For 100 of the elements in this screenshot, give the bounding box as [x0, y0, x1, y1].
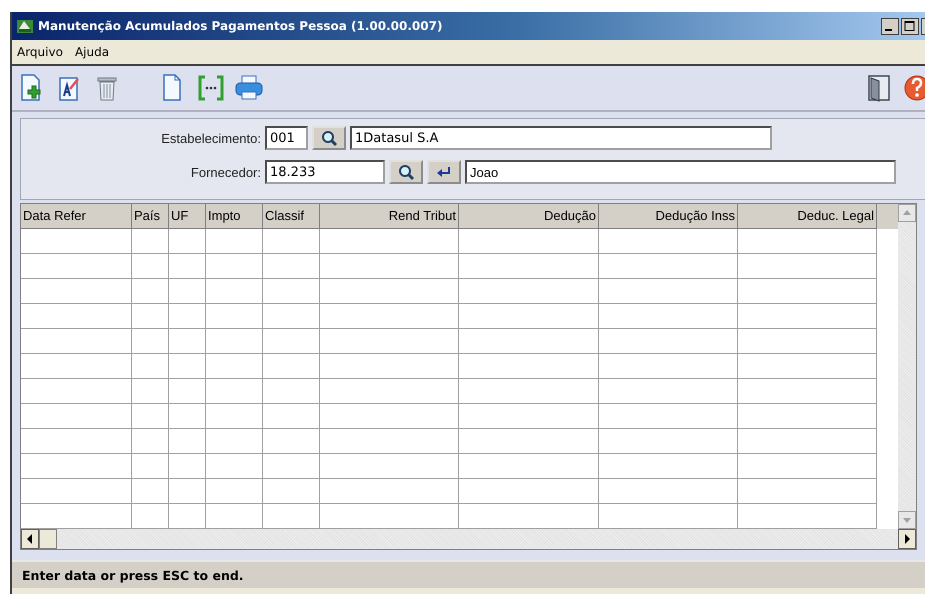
maximize-icon[interactable]	[901, 18, 919, 34]
menu-item[interactable]: Arquivo	[17, 44, 63, 60]
table-cell[interactable]	[459, 304, 599, 329]
table-cell[interactable]	[132, 279, 169, 304]
table-cell[interactable]	[132, 379, 169, 404]
table-cell[interactable]	[169, 279, 206, 304]
horizontal-scrollbar[interactable]	[21, 529, 916, 549]
table-cell[interactable]	[599, 404, 738, 429]
table-cell[interactable]	[320, 379, 459, 404]
table-cell[interactable]	[263, 379, 320, 404]
table-cell[interactable]	[320, 454, 459, 479]
table-cell[interactable]	[21, 229, 132, 254]
table-cell[interactable]	[132, 429, 169, 454]
table-cell[interactable]	[738, 479, 877, 504]
table-cell[interactable]	[738, 329, 877, 354]
column-header[interactable]: Rend Tribut	[320, 204, 459, 229]
table-cell[interactable]	[738, 429, 877, 454]
table-cell[interactable]	[169, 329, 206, 354]
table-cell[interactable]	[459, 254, 599, 279]
table-cell[interactable]	[320, 479, 459, 504]
description-field[interactable]: Joao	[465, 160, 896, 184]
column-header[interactable]: Data Refer	[21, 204, 132, 229]
table-cell[interactable]	[132, 354, 169, 379]
table-cell[interactable]	[738, 404, 877, 429]
code-field[interactable]: 001	[265, 126, 308, 150]
table-cell[interactable]	[738, 229, 877, 254]
table-cell[interactable]	[132, 229, 169, 254]
help-icon[interactable]	[903, 73, 925, 103]
enter-button[interactable]	[427, 160, 461, 184]
table-cell[interactable]	[320, 304, 459, 329]
table-cell[interactable]	[263, 304, 320, 329]
table-cell[interactable]	[21, 379, 132, 404]
table-cell[interactable]	[599, 479, 738, 504]
table-cell[interactable]	[459, 479, 599, 504]
table-cell[interactable]	[132, 404, 169, 429]
column-header[interactable]: UF	[169, 204, 206, 229]
table-cell[interactable]	[320, 279, 459, 304]
table-cell[interactable]	[459, 404, 599, 429]
table-cell[interactable]	[21, 404, 132, 429]
table-cell[interactable]	[169, 254, 206, 279]
table-cell[interactable]	[263, 454, 320, 479]
table-cell[interactable]	[263, 479, 320, 504]
table-cell[interactable]	[263, 279, 320, 304]
table-cell[interactable]	[169, 429, 206, 454]
table-cell[interactable]	[263, 254, 320, 279]
table-cell[interactable]	[21, 279, 132, 304]
table-cell[interactable]	[459, 429, 599, 454]
table-cell[interactable]	[132, 479, 169, 504]
table-cell[interactable]	[169, 479, 206, 504]
scroll-thumb[interactable]	[39, 529, 57, 549]
column-header[interactable]: Dedução	[459, 204, 599, 229]
table-cell[interactable]	[738, 379, 877, 404]
table-cell[interactable]	[320, 254, 459, 279]
table-cell[interactable]	[599, 379, 738, 404]
table-cell[interactable]	[320, 354, 459, 379]
table-cell[interactable]	[169, 404, 206, 429]
table-cell[interactable]	[132, 329, 169, 354]
vertical-scrollbar[interactable]	[898, 204, 916, 529]
table-cell[interactable]	[169, 304, 206, 329]
table-cell[interactable]	[21, 329, 132, 354]
table-cell[interactable]	[132, 254, 169, 279]
table-cell[interactable]	[169, 379, 206, 404]
table-cell[interactable]	[206, 254, 263, 279]
column-header[interactable]: Dedução Inss	[599, 204, 738, 229]
code-field[interactable]: 18.233	[265, 160, 385, 184]
table-cell[interactable]	[206, 329, 263, 354]
table-cell[interactable]	[320, 404, 459, 429]
table-cell[interactable]	[599, 429, 738, 454]
table-cell[interactable]	[738, 304, 877, 329]
scroll-left-icon[interactable]	[21, 529, 39, 549]
column-header[interactable]: Impto	[206, 204, 263, 229]
table-cell[interactable]	[206, 404, 263, 429]
table-cell[interactable]	[206, 229, 263, 254]
table-cell[interactable]	[599, 454, 738, 479]
table-cell[interactable]	[459, 354, 599, 379]
table-cell[interactable]	[599, 354, 738, 379]
table-cell[interactable]	[263, 429, 320, 454]
scroll-right-icon[interactable]	[898, 529, 916, 549]
table-cell[interactable]	[206, 429, 263, 454]
table-cell[interactable]	[599, 329, 738, 354]
table-cell[interactable]	[738, 279, 877, 304]
menu-item[interactable]: Ajuda	[74, 44, 110, 60]
table-cell[interactable]	[738, 254, 877, 279]
column-header[interactable]: Deduc. Legal	[738, 204, 877, 229]
table-cell[interactable]	[738, 454, 877, 479]
table-cell[interactable]	[263, 354, 320, 379]
table-cell[interactable]	[21, 454, 132, 479]
table-cell[interactable]	[206, 379, 263, 404]
table-cell[interactable]	[599, 254, 738, 279]
table-cell[interactable]	[169, 454, 206, 479]
table-cell[interactable]	[738, 354, 877, 379]
description-field[interactable]: 1Datasul S.A	[350, 126, 772, 150]
table-cell[interactable]	[599, 304, 738, 329]
table-cell[interactable]	[21, 354, 132, 379]
table-cell[interactable]	[206, 479, 263, 504]
table-cell[interactable]	[459, 279, 599, 304]
table-cell[interactable]	[320, 429, 459, 454]
table-cell[interactable]	[169, 229, 206, 254]
table-cell[interactable]	[21, 479, 132, 504]
table-cell[interactable]	[263, 229, 320, 254]
